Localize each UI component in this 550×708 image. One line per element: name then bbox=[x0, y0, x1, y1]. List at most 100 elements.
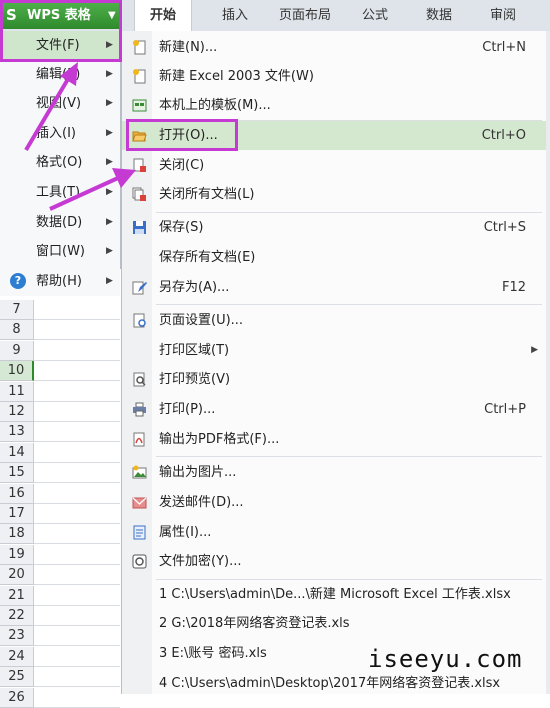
menu-item-edit[interactable]: 编辑(E) ▶ bbox=[0, 60, 120, 89]
row-header[interactable]: 15 bbox=[0, 463, 34, 484]
menu-item-print-preview[interactable]: 打印预览(V) bbox=[122, 365, 546, 394]
row-header[interactable]: 10 bbox=[0, 361, 34, 382]
grid-cell[interactable] bbox=[34, 402, 120, 422]
recent-file-item[interactable]: 1 C:\Users\admin\De...\新建 Microsoft Exce… bbox=[122, 580, 546, 609]
row-header[interactable]: 11 bbox=[0, 381, 34, 402]
menu-item-close[interactable]: 关闭(C) bbox=[122, 151, 546, 180]
image-export-icon bbox=[132, 465, 147, 479]
menu-item-data[interactable]: 数据(D) ▶ bbox=[0, 208, 120, 237]
properties-icon bbox=[133, 525, 146, 540]
menu-item-close-all[interactable]: 关闭所有文档(L) bbox=[122, 180, 546, 209]
grid-cell[interactable] bbox=[34, 545, 120, 565]
grid-cell[interactable] bbox=[34, 484, 120, 504]
menu-item-format[interactable]: 格式(O) ▶ bbox=[0, 148, 120, 177]
new-excel-file-icon bbox=[133, 69, 146, 84]
menu-item-view[interactable]: 视图(V) ▶ bbox=[0, 89, 120, 118]
grid-cell[interactable] bbox=[34, 667, 120, 688]
page-setup-icon bbox=[133, 313, 146, 328]
menu-item-label: 格式(O) bbox=[36, 155, 83, 170]
row-header[interactable]: 20 bbox=[0, 565, 34, 586]
tab-review[interactable]: 审阅 bbox=[478, 0, 528, 31]
menu-item-print-area[interactable]: 打印区域(T) ▶ bbox=[122, 336, 546, 365]
close-document-icon bbox=[133, 158, 146, 172]
row-header[interactable]: 14 bbox=[0, 442, 34, 463]
row-header[interactable]: 24 bbox=[0, 646, 34, 667]
recent-file-label: 2 G:\2018年网络客资登记表.xls bbox=[159, 616, 350, 631]
menu-item-label: 视图(V) bbox=[36, 96, 82, 111]
grid-cell[interactable] bbox=[34, 382, 120, 402]
submenu-arrow-icon: ▶ bbox=[106, 187, 113, 197]
menu-item-page-setup[interactable]: 页面设置(U)... bbox=[122, 306, 546, 335]
menu-item-label: 保存(S) bbox=[159, 220, 204, 235]
row-header[interactable]: 16 bbox=[0, 483, 34, 504]
annotation-box-file bbox=[0, 0, 122, 62]
menu-item-insert[interactable]: 插入(I) ▶ bbox=[0, 119, 120, 148]
grid-cell[interactable] bbox=[34, 341, 120, 361]
row-header[interactable]: 19 bbox=[0, 544, 34, 565]
menu-separator bbox=[156, 304, 542, 305]
encrypt-icon bbox=[132, 554, 147, 569]
row-header[interactable]: 25 bbox=[0, 667, 34, 688]
grid-cell[interactable] bbox=[34, 504, 120, 524]
grid-cell[interactable] bbox=[34, 647, 120, 667]
grid-cell[interactable] bbox=[34, 361, 120, 382]
grid-cell[interactable] bbox=[34, 524, 120, 545]
submenu-arrow-icon: ▶ bbox=[106, 276, 113, 286]
menu-item-export-image[interactable]: 输出为图片... bbox=[122, 458, 546, 487]
menu-item-label: 窗口(W) bbox=[36, 244, 85, 259]
row-header[interactable]: 18 bbox=[0, 524, 34, 545]
grid-cell[interactable] bbox=[34, 688, 120, 708]
menu-item-label: 关闭(C) bbox=[159, 158, 205, 173]
row-header[interactable]: 23 bbox=[0, 626, 34, 647]
menu-item-export-pdf[interactable]: 输出为PDF格式(F)... bbox=[122, 425, 546, 454]
tab-page-layout[interactable]: 页面布局 bbox=[268, 0, 342, 31]
menu-item-properties[interactable]: 属性(I)... bbox=[122, 518, 546, 547]
row-header[interactable]: 22 bbox=[0, 606, 34, 626]
menu-item-save-all[interactable]: 保存所有文档(E) bbox=[122, 243, 546, 272]
menu-item-send-mail[interactable]: 发送邮件(D)... bbox=[122, 488, 546, 517]
save-as-icon bbox=[132, 281, 147, 295]
menu-item-label: 工具(T) bbox=[36, 185, 81, 200]
grid-cell[interactable] bbox=[34, 606, 120, 626]
menu-item-new[interactable]: 新建(N)... Ctrl+N bbox=[122, 33, 546, 62]
grid-cell[interactable] bbox=[34, 443, 120, 463]
menu-item-label: 帮助(H) bbox=[36, 274, 82, 289]
help-icon: ? bbox=[10, 273, 26, 289]
row-header[interactable]: 21 bbox=[0, 585, 34, 606]
menu-item-print[interactable]: 打印(P)... Ctrl+P bbox=[122, 395, 546, 424]
menu-item-label: 打印区域(T) bbox=[159, 343, 230, 358]
menu-item-window[interactable]: 窗口(W) ▶ bbox=[0, 237, 120, 266]
recent-file-item[interactable]: 2 G:\2018年网络客资登记表.xls bbox=[122, 609, 546, 638]
row-header[interactable]: 9 bbox=[0, 340, 34, 361]
grid-cell[interactable] bbox=[34, 565, 120, 586]
tab-home[interactable]: 开始 bbox=[134, 0, 192, 31]
menu-item-label: 插入(I) bbox=[36, 126, 76, 141]
row-header[interactable]: 8 bbox=[0, 320, 34, 341]
tab-data[interactable]: 数据 bbox=[414, 0, 464, 31]
mail-icon bbox=[132, 497, 147, 509]
tab-formulas[interactable]: 公式 bbox=[350, 0, 400, 31]
menu-item-label: 输出为图片... bbox=[159, 465, 237, 480]
grid-cell[interactable] bbox=[34, 300, 120, 320]
row-header[interactable]: 12 bbox=[0, 402, 34, 422]
grid-cell[interactable] bbox=[34, 320, 120, 341]
menu-item-local-templates[interactable]: 本机上的模板(M)... bbox=[122, 91, 546, 120]
row-header[interactable]: 13 bbox=[0, 422, 34, 443]
row-header[interactable]: 7 bbox=[0, 300, 34, 320]
pdf-export-icon bbox=[133, 432, 145, 447]
grid-cell[interactable] bbox=[34, 586, 120, 606]
menu-item-encrypt[interactable]: 文件加密(Y)... bbox=[122, 547, 546, 576]
grid-cell[interactable] bbox=[34, 463, 120, 484]
shortcut-label: Ctrl+N bbox=[482, 40, 526, 55]
menu-item-save-as[interactable]: 另存为(A)... F12 bbox=[122, 273, 546, 302]
menu-item-help[interactable]: ? 帮助(H) ▶ bbox=[0, 267, 120, 296]
row-header[interactable]: 26 bbox=[0, 687, 34, 708]
menu-item-tools[interactable]: 工具(T) ▶ bbox=[0, 178, 120, 207]
menu-separator bbox=[156, 456, 542, 457]
menu-item-new-excel-2003[interactable]: 新建 Excel 2003 文件(W) bbox=[122, 62, 546, 91]
tab-insert[interactable]: 插入 bbox=[210, 0, 260, 31]
row-header[interactable]: 17 bbox=[0, 504, 34, 524]
grid-cell[interactable] bbox=[34, 422, 120, 443]
menu-item-save[interactable]: 保存(S) Ctrl+S bbox=[122, 213, 546, 242]
grid-cell[interactable] bbox=[34, 626, 120, 647]
